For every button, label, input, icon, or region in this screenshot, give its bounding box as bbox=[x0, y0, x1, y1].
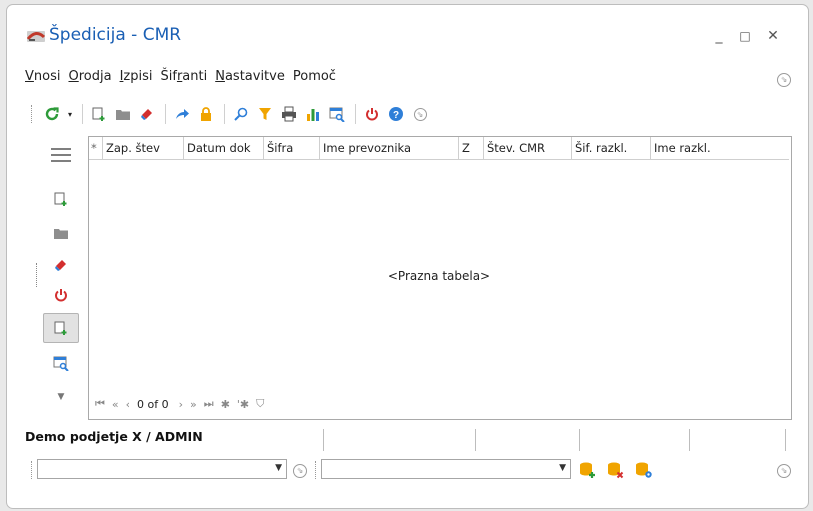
nav-next-page-icon[interactable]: » bbox=[190, 398, 197, 411]
left-combo-options-icon[interactable]: ⇘ bbox=[293, 464, 307, 478]
database-settings-icon[interactable] bbox=[635, 461, 653, 479]
database-delete-icon[interactable] bbox=[607, 461, 625, 479]
company-user-label: Demo podjetje X / ADMIN bbox=[25, 429, 203, 444]
side-folder-icon[interactable] bbox=[47, 219, 75, 247]
col-header-stev-cmr[interactable]: Štev. CMR bbox=[484, 137, 572, 159]
status-separator bbox=[689, 429, 690, 451]
status-separator bbox=[475, 429, 476, 451]
col-header-z[interactable]: Z bbox=[459, 137, 484, 159]
right-combo[interactable]: ▼ bbox=[321, 459, 571, 479]
status-separator bbox=[785, 429, 786, 451]
left-combo[interactable]: ▼ bbox=[37, 459, 287, 479]
menu-nastavitve[interactable]: Nastavitve bbox=[215, 69, 285, 89]
toolbar-separator bbox=[165, 104, 166, 124]
search-icon[interactable] bbox=[230, 103, 252, 125]
chart-icon[interactable] bbox=[302, 103, 324, 125]
status-separator bbox=[323, 429, 324, 451]
menu-hamburger-icon[interactable] bbox=[47, 141, 75, 169]
minimize-button[interactable]: _ bbox=[709, 27, 729, 45]
toolbar-options-icon[interactable]: ⇘ bbox=[409, 103, 431, 125]
record-counter: 0 of 0 bbox=[137, 397, 169, 411]
new-document-icon[interactable] bbox=[88, 103, 110, 125]
refresh-dropdown-icon[interactable]: ▾ bbox=[65, 103, 75, 125]
toolbar: ▾ ? ⇘ bbox=[31, 101, 433, 127]
app-logo-icon bbox=[26, 29, 46, 43]
col-header-sif-razkl[interactable]: Šif. razkl. bbox=[572, 137, 651, 159]
window-title: Špedicija - CMR bbox=[49, 25, 182, 45]
bottom-options-icon[interactable]: ⇘ bbox=[777, 464, 791, 478]
menu-pomoc[interactable]: Pomoč bbox=[293, 69, 336, 89]
menu-vnosi[interactable]: Vnosi bbox=[25, 69, 60, 89]
side-toolbar: ▼ bbox=[39, 137, 83, 413]
title-bar: Špedicija - CMR _ □ ✕ bbox=[7, 5, 808, 65]
status-bar: Demo podjetje X / ADMIN bbox=[25, 429, 795, 451]
new-row-indicator: * bbox=[89, 137, 103, 159]
col-header-ime-razkl[interactable]: Ime razkl. bbox=[651, 137, 789, 159]
side-add-record-button[interactable] bbox=[43, 313, 79, 343]
menu-sifranti[interactable]: Šifranti bbox=[160, 69, 207, 89]
refresh-icon[interactable] bbox=[41, 103, 63, 125]
toolbar-separator bbox=[224, 104, 225, 124]
chevron-down-icon[interactable]: ▼ bbox=[275, 463, 282, 473]
toolbar-separator bbox=[355, 104, 356, 124]
chevron-down-icon[interactable]: ▼ bbox=[559, 463, 566, 473]
bottom-grip[interactable] bbox=[315, 461, 320, 479]
help-icon[interactable]: ? bbox=[385, 103, 407, 125]
side-toolbar-grip[interactable] bbox=[36, 263, 39, 287]
grid-header: * Zap. štev Datum dok Šifra Ime prevozni… bbox=[89, 137, 789, 160]
menu-orodja[interactable]: Orodja bbox=[68, 69, 111, 89]
side-new-document-icon[interactable] bbox=[47, 185, 75, 213]
nav-last-icon[interactable]: ⏭ bbox=[204, 397, 214, 411]
col-header-ime-prevoznika[interactable]: Ime prevoznika bbox=[320, 137, 459, 159]
record-navigator: ⏮ « ‹ 0 of 0 › » ⏭ ✱ '✱ ⛉ bbox=[95, 395, 271, 413]
bottom-grip[interactable] bbox=[31, 461, 36, 479]
maximize-button[interactable]: □ bbox=[735, 27, 755, 45]
close-button[interactable]: ✕ bbox=[763, 27, 783, 45]
col-header-datum-dok[interactable]: Datum dok bbox=[184, 137, 264, 159]
empty-table-message: <Prazna tabela> bbox=[387, 269, 491, 283]
nav-filter-icon[interactable]: ⛉ bbox=[256, 397, 264, 411]
nav-append-copy-icon[interactable]: '✱ bbox=[237, 398, 249, 411]
open-folder-icon[interactable] bbox=[112, 103, 134, 125]
filter-icon[interactable] bbox=[254, 103, 276, 125]
svg-text:?: ? bbox=[393, 110, 399, 121]
database-add-icon[interactable] bbox=[579, 461, 597, 479]
forward-arrow-icon[interactable] bbox=[171, 103, 193, 125]
nav-prev-page-icon[interactable]: « bbox=[112, 398, 119, 411]
power-icon[interactable] bbox=[361, 103, 383, 125]
table-search-icon[interactable] bbox=[326, 103, 348, 125]
data-grid[interactable]: * Zap. štev Datum dok Šifra Ime prevozni… bbox=[88, 136, 792, 420]
app-window: Špedicija - CMR _ □ ✕ Vnosi Orodja Izpis… bbox=[6, 4, 809, 509]
eraser-icon[interactable] bbox=[136, 103, 158, 125]
menu-izpisi[interactable]: Izpisi bbox=[120, 69, 153, 89]
lock-icon[interactable] bbox=[195, 103, 217, 125]
menu-bar: Vnosi Orodja Izpisi Šifranti Nastavitve … bbox=[25, 69, 344, 89]
toolbar-grip[interactable] bbox=[31, 105, 35, 123]
side-table-search-icon[interactable] bbox=[47, 349, 75, 377]
bottom-toolbar: ▼ ⇘ ▼ ⇘ bbox=[31, 457, 801, 481]
menu-options-icon[interactable]: ⇘ bbox=[777, 73, 791, 87]
nav-prev-icon[interactable]: ‹ bbox=[126, 398, 130, 411]
status-separator bbox=[579, 429, 580, 451]
nav-first-page-icon[interactable]: ⏮ bbox=[95, 397, 105, 411]
side-eraser-icon[interactable] bbox=[47, 251, 75, 279]
toolbar-separator bbox=[82, 104, 83, 124]
col-header-sifra[interactable]: Šifra bbox=[264, 137, 320, 159]
nav-next-icon[interactable]: › bbox=[179, 398, 183, 411]
side-more-dropdown-icon[interactable]: ▼ bbox=[47, 383, 75, 411]
print-icon[interactable] bbox=[278, 103, 300, 125]
col-header-zap-stev[interactable]: Zap. štev bbox=[103, 137, 184, 159]
side-power-icon[interactable] bbox=[47, 281, 75, 309]
nav-append-icon[interactable]: ✱ bbox=[221, 398, 230, 411]
